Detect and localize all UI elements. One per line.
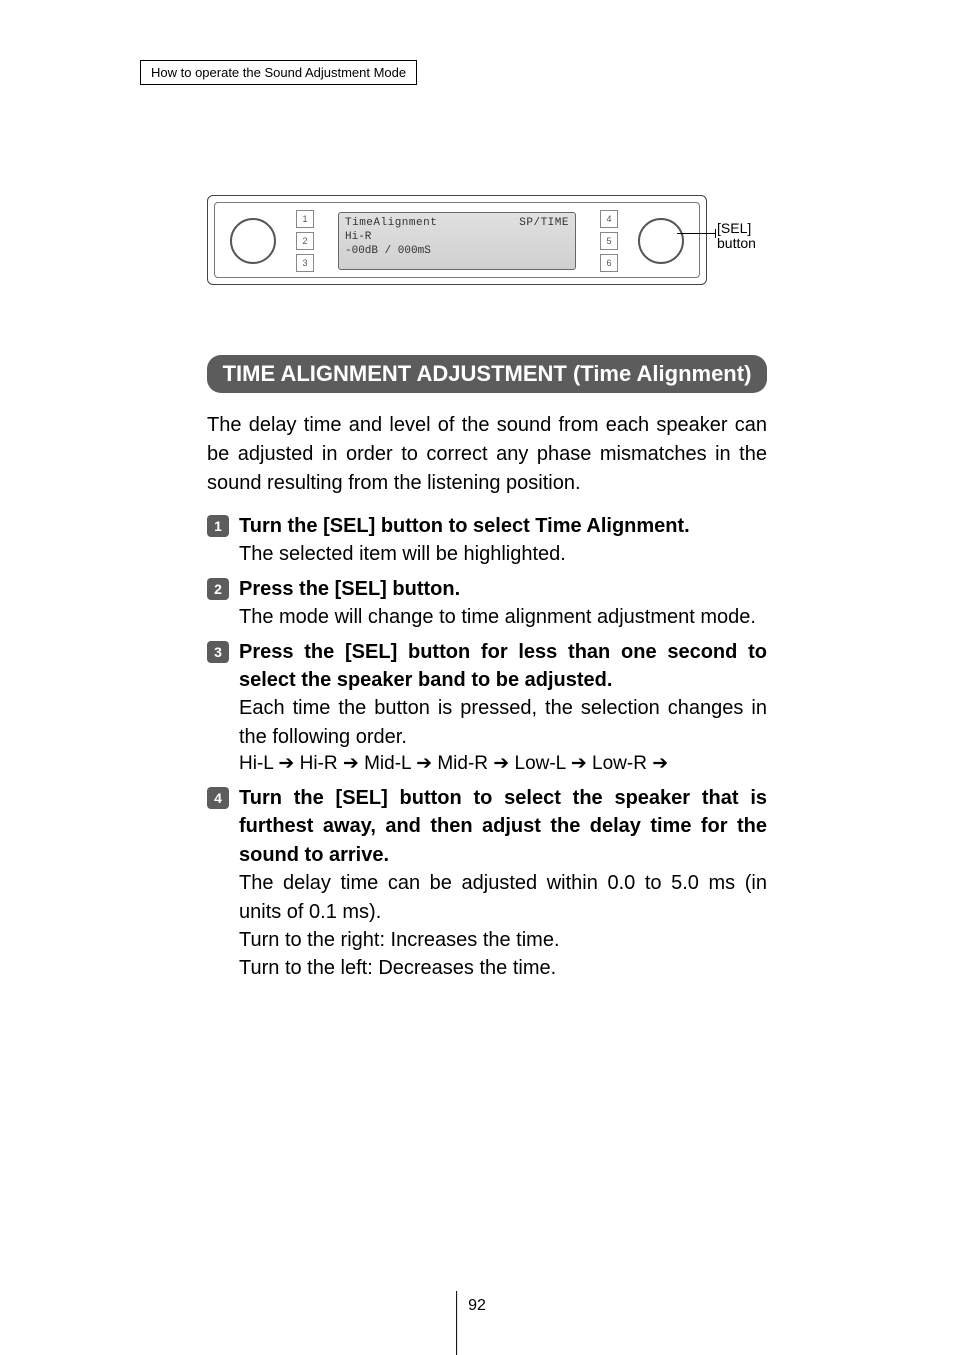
preset-2: 2: [296, 232, 314, 250]
step-number-4: 4: [207, 787, 229, 809]
screen-title: TimeAlignment: [345, 217, 437, 229]
screen-mode-tag: SP/TIME: [519, 217, 569, 229]
step-number-1: 1: [207, 515, 229, 537]
preset-6: 6: [600, 254, 618, 272]
step-3: 3 Press the [SEL] button for less than o…: [207, 638, 767, 779]
preset-buttons-left: 1 2 3: [296, 210, 314, 276]
step-1: 1 Turn the [SEL] button to select Time A…: [207, 512, 767, 569]
section-title: TIME ALIGNMENT ADJUSTMENT (Time Alignmen…: [207, 355, 767, 393]
preset-buttons-right: 4 5 6: [600, 210, 618, 276]
preset-4: 4: [600, 210, 618, 228]
step-3-sequence: Hi-L ➔ Hi-R ➔ Mid-L ➔ Mid-R ➔ Low-L ➔ Lo…: [239, 751, 767, 778]
step-4: 4 Turn the [SEL] button to select the sp…: [207, 784, 767, 983]
step-4-turn-left: Turn to the left: Decreases the time.: [239, 954, 767, 982]
preset-5: 5: [600, 232, 618, 250]
step-2-heading: Press the [SEL] button.: [239, 575, 767, 603]
breadcrumb: How to operate the Sound Adjustment Mode: [140, 60, 417, 85]
step-3-heading: Press the [SEL] button for less than one…: [239, 638, 767, 695]
step-2: 2 Press the [SEL] button. The mode will …: [207, 575, 767, 632]
callout-leader-line: [677, 233, 715, 234]
step-4-body: The delay time can be adjusted within 0.…: [239, 869, 767, 926]
sel-knob-icon: [638, 218, 684, 264]
intro-paragraph: The delay time and level of the sound fr…: [207, 411, 767, 498]
callout-line2: button: [717, 236, 756, 251]
preset-3: 3: [296, 254, 314, 272]
step-number-3: 3: [207, 641, 229, 663]
screen-line2: Hi-R: [345, 231, 569, 243]
step-1-heading: Turn the [SEL] button to select Time Ali…: [239, 512, 767, 540]
step-1-body: The selected item will be highlighted.: [239, 540, 767, 568]
step-number-2: 2: [207, 578, 229, 600]
device-illustration: 1 2 3 TimeAlignment SP/TIME Hi-R -00dB /…: [207, 195, 767, 295]
volume-knob-icon: [230, 218, 276, 264]
step-4-turn-right: Turn to the right: Increases the time.: [239, 926, 767, 954]
callout-line1: [SEL]: [717, 221, 756, 236]
screen-line3: -00dB / 000mS: [345, 245, 569, 257]
step-2-body: The mode will change to time alignment a…: [239, 603, 767, 631]
step-3-body: Each time the button is pressed, the sel…: [239, 694, 767, 751]
device-screen: TimeAlignment SP/TIME Hi-R -00dB / 000mS: [338, 212, 576, 270]
preset-1: 1: [296, 210, 314, 228]
page-number: 92: [468, 1297, 486, 1315]
step-4-heading: Turn the [SEL] button to select the spea…: [239, 784, 767, 869]
sel-button-callout: [SEL] button: [717, 221, 756, 252]
